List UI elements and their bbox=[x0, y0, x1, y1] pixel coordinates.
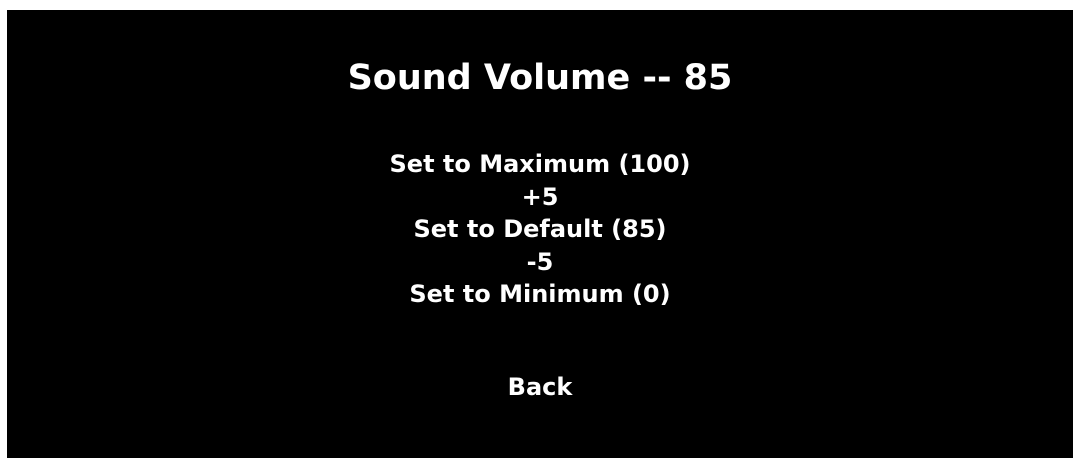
set-minimum-option[interactable]: Set to Minimum (0) bbox=[7, 278, 1073, 311]
volume-options-menu: Set to Maximum (100) +5 Set to Default (… bbox=[7, 148, 1073, 311]
back-button[interactable]: Back bbox=[7, 371, 1073, 403]
increase-volume-option[interactable]: +5 bbox=[7, 181, 1073, 214]
set-maximum-option[interactable]: Set to Maximum (100) bbox=[7, 148, 1073, 181]
set-default-option[interactable]: Set to Default (85) bbox=[7, 213, 1073, 246]
sound-volume-menu-screen: Sound Volume -- 85 Set to Maximum (100) … bbox=[7, 10, 1073, 458]
decrease-volume-option[interactable]: -5 bbox=[7, 246, 1073, 279]
page-title: Sound Volume -- 85 bbox=[347, 58, 733, 98]
